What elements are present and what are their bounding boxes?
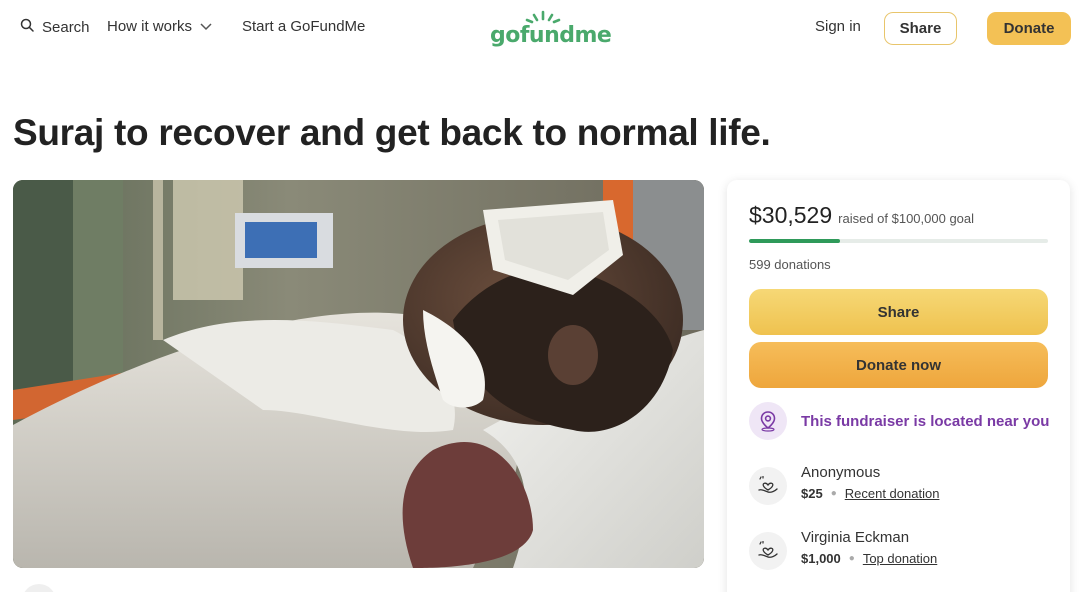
how-it-works-label: How it works	[107, 18, 193, 35]
raised-amount: $30,529	[749, 202, 833, 228]
search-label: Search	[42, 18, 90, 36]
donation-card: $30,529 raised of $100,000 goal 599 dona…	[727, 180, 1070, 592]
recent-donation-link[interactable]: Recent donation	[845, 486, 940, 501]
search-link[interactable]: Search	[20, 18, 90, 36]
raised-goal: raised of $100,000 goal	[838, 211, 975, 226]
header-donate-button[interactable]: Donate	[987, 12, 1071, 45]
hospital-patient-image	[13, 180, 704, 568]
donation-amount: $25	[801, 486, 823, 501]
logo-text: gofundme	[490, 23, 612, 48]
progress-bar	[749, 239, 1048, 243]
sign-in-link[interactable]: Sign in	[815, 18, 861, 35]
separator-dot: ●	[848, 553, 855, 564]
location-text: This fundraiser is located near you	[801, 412, 1050, 430]
logo-sun-icon	[525, 10, 561, 24]
donation-amount: $1,000	[801, 551, 841, 566]
top-donation-link[interactable]: Top donation	[863, 551, 937, 566]
location-pin-icon	[749, 402, 787, 440]
campaign-title: Suraj to recover and get back to normal …	[13, 112, 771, 153]
donor-name: Virginia Eckman	[801, 529, 910, 546]
donation-hand-heart-icon	[749, 532, 787, 570]
progress-fill	[749, 239, 841, 243]
donations-count: 599 donations	[749, 257, 831, 272]
gofundme-logo[interactable]: gofundme	[490, 10, 612, 50]
raised-summary: $30,529 raised of $100,000 goal	[749, 202, 974, 229]
how-it-works-menu[interactable]: How it works	[107, 18, 212, 35]
start-gofundme-link[interactable]: Start a GoFundMe	[242, 18, 365, 35]
location-notice: This fundraiser is located near you	[749, 402, 1049, 440]
campaign-photo[interactable]	[13, 180, 704, 568]
separator-dot: ●	[830, 488, 837, 499]
donor-name: Anonymous	[801, 464, 881, 481]
organizer-avatar	[22, 584, 56, 592]
donate-now-button[interactable]: Donate now	[749, 342, 1048, 388]
chevron-down-icon	[200, 18, 212, 35]
share-button[interactable]: Share	[749, 289, 1048, 335]
header-share-button[interactable]: Share	[884, 12, 957, 45]
donation-item: Virginia Eckman $1,000 ● Top donation	[749, 529, 937, 570]
donation-item: Anonymous $25 ● Recent donation	[749, 464, 939, 505]
site-header: Search How it works Start a GoFundMe gof…	[0, 0, 1080, 58]
donation-hand-heart-icon	[749, 467, 787, 505]
search-icon	[20, 18, 34, 36]
